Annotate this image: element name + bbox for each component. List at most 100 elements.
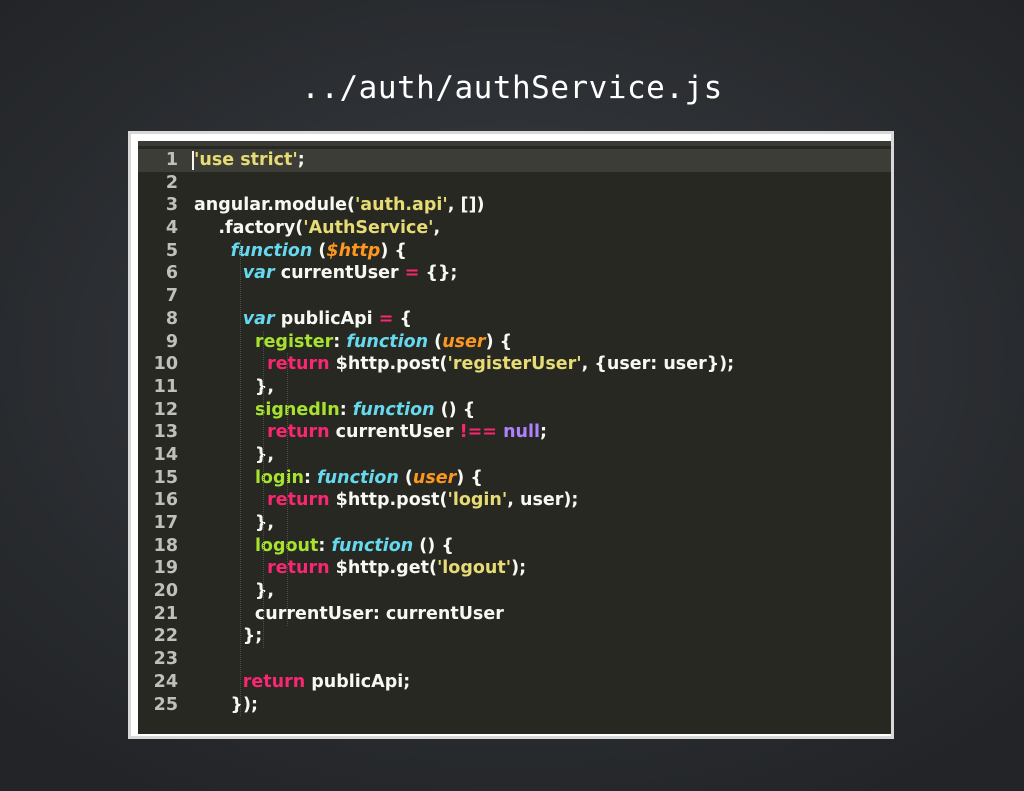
code-line[interactable]: 24 return publicApi; bbox=[138, 671, 891, 694]
line-number: 16 bbox=[153, 490, 178, 511]
code-line[interactable]: 22 }; bbox=[138, 625, 891, 648]
code-token: function bbox=[230, 240, 313, 261]
line-number: 22 bbox=[153, 626, 178, 647]
text-cursor bbox=[192, 151, 194, 170]
code-token: function bbox=[352, 399, 435, 420]
code-line[interactable]: 12 signedIn: function () { bbox=[138, 399, 891, 422]
code-token: 'use strict' bbox=[194, 150, 298, 170]
code-token: signedIn bbox=[254, 399, 340, 420]
line-number: 20 bbox=[153, 581, 178, 602]
code-token: ( bbox=[398, 467, 413, 488]
code-lines: 1 'use strict'; 2 3 angular.module('auth.api… bbox=[138, 149, 891, 717]
code-line[interactable]: 19 return $http.get('logout'); bbox=[138, 557, 891, 580]
line-number: 17 bbox=[153, 513, 178, 533]
code-line[interactable]: 6 var currentUser = {}; bbox=[138, 262, 891, 285]
line-number: 11 bbox=[153, 376, 178, 397]
code-token: () { bbox=[434, 399, 476, 420]
code-text: return $http.post('registerUser', {user:… bbox=[194, 353, 734, 376]
code-line[interactable]: 5 function ($http) { bbox=[138, 240, 891, 263]
code-text: return $http.get('logout'); bbox=[194, 557, 526, 580]
code-token: , {user: user}); bbox=[581, 354, 735, 375]
code-token: angular.module( bbox=[194, 195, 355, 216]
line-number: 8 bbox=[165, 308, 178, 329]
code-text: return $http.post('login', user); bbox=[194, 489, 578, 512]
code-token: $http bbox=[326, 240, 381, 261]
code-token: ; bbox=[539, 422, 547, 443]
indent-guide bbox=[263, 330, 264, 649]
code-line[interactable]: 3 angular.module('auth.api', []) bbox=[138, 194, 891, 217]
line-number: 19 bbox=[153, 558, 178, 579]
code-line[interactable]: 14 }, bbox=[138, 444, 891, 467]
code-token: = bbox=[404, 263, 420, 284]
line-number: 18 bbox=[153, 535, 178, 556]
code-line[interactable]: 9 register: function (user) { bbox=[138, 331, 891, 354]
code-line[interactable]: 20 }, bbox=[138, 580, 891, 603]
code-token: function bbox=[331, 535, 414, 556]
screenshot-frame: 1 'use strict'; 2 3 angular.module('auth.api… bbox=[128, 131, 894, 739]
code-token: currentUser bbox=[274, 263, 405, 284]
code-line[interactable]: 4 .factory('AuthService', bbox=[138, 217, 891, 240]
line-number: 12 bbox=[153, 399, 178, 420]
code-text: }; bbox=[194, 625, 262, 648]
code-token: currentUser bbox=[329, 422, 460, 443]
code-token: ( bbox=[428, 331, 443, 352]
code-line[interactable]: 18 logout: function () { bbox=[138, 535, 891, 558]
code-line[interactable]: 11 }, bbox=[138, 376, 891, 399]
code-token: user bbox=[412, 467, 457, 488]
code-text: .factory('AuthService', bbox=[194, 217, 440, 240]
code-token: !== bbox=[459, 422, 497, 443]
code-text: logout: function () { bbox=[194, 535, 454, 558]
code-line[interactable]: 7 bbox=[138, 285, 891, 308]
code-token: $http.get( bbox=[329, 558, 437, 579]
code-line[interactable]: 13 return currentUser !== null; bbox=[138, 421, 891, 444]
indent-guide bbox=[287, 353, 288, 626]
line-number: 24 bbox=[153, 671, 178, 692]
line-number: 23 bbox=[153, 649, 178, 670]
code-token: , bbox=[433, 218, 441, 239]
code-line[interactable]: 8 var publicApi = { bbox=[138, 308, 891, 331]
line-number: 7 bbox=[165, 286, 178, 307]
code-line[interactable]: 1 'use strict'; bbox=[138, 149, 891, 172]
code-token: ) { bbox=[485, 331, 513, 352]
code-token: return bbox=[242, 671, 306, 692]
code-token: , []) bbox=[447, 195, 485, 216]
code-token: 'login' bbox=[447, 490, 508, 511]
code-token: user bbox=[442, 331, 486, 352]
code-editor[interactable]: 1 'use strict'; 2 3 angular.module('auth.api… bbox=[138, 141, 891, 734]
code-token: .factory( bbox=[194, 218, 304, 239]
code-line[interactable]: 23 bbox=[138, 648, 891, 671]
code-token: 'registerUser' bbox=[447, 354, 582, 375]
code-token: : bbox=[303, 467, 318, 488]
code-text: }); bbox=[194, 694, 258, 717]
line-number: 2 bbox=[165, 172, 178, 193]
line-number: 10 bbox=[153, 354, 178, 375]
line-number: 15 bbox=[153, 467, 178, 488]
code-token: function bbox=[317, 467, 399, 488]
code-text: function ($http) { bbox=[194, 240, 407, 263]
code-token: }); bbox=[194, 694, 259, 715]
code-token: {}; bbox=[419, 263, 458, 284]
code-line[interactable]: 10 return $http.post('registerUser', {us… bbox=[138, 353, 891, 376]
line-number: 25 bbox=[153, 694, 178, 715]
editor-top-bar bbox=[138, 141, 891, 146]
code-line[interactable]: 2 bbox=[138, 172, 891, 195]
code-token: 'AuthService' bbox=[303, 218, 434, 239]
code-line[interactable]: 16 return $http.post('login', user); bbox=[138, 489, 891, 512]
code-token: 'auth.api' bbox=[354, 195, 448, 216]
code-line[interactable]: 15 login: function (user) { bbox=[138, 467, 891, 490]
line-number: 3 bbox=[165, 195, 178, 216]
code-line[interactable]: 21 currentUser: currentUser bbox=[138, 603, 891, 626]
code-line[interactable]: 17 }, bbox=[138, 512, 891, 535]
code-line[interactable]: 25 }); bbox=[138, 694, 891, 717]
code-token: ) { bbox=[456, 467, 483, 488]
code-token: 'logout' bbox=[436, 558, 512, 579]
code-token: () { bbox=[413, 535, 454, 556]
line-number: 14 bbox=[153, 444, 178, 465]
code-token: var bbox=[242, 308, 275, 329]
line-number: 13 bbox=[153, 422, 178, 443]
code-token: : bbox=[318, 535, 332, 556]
